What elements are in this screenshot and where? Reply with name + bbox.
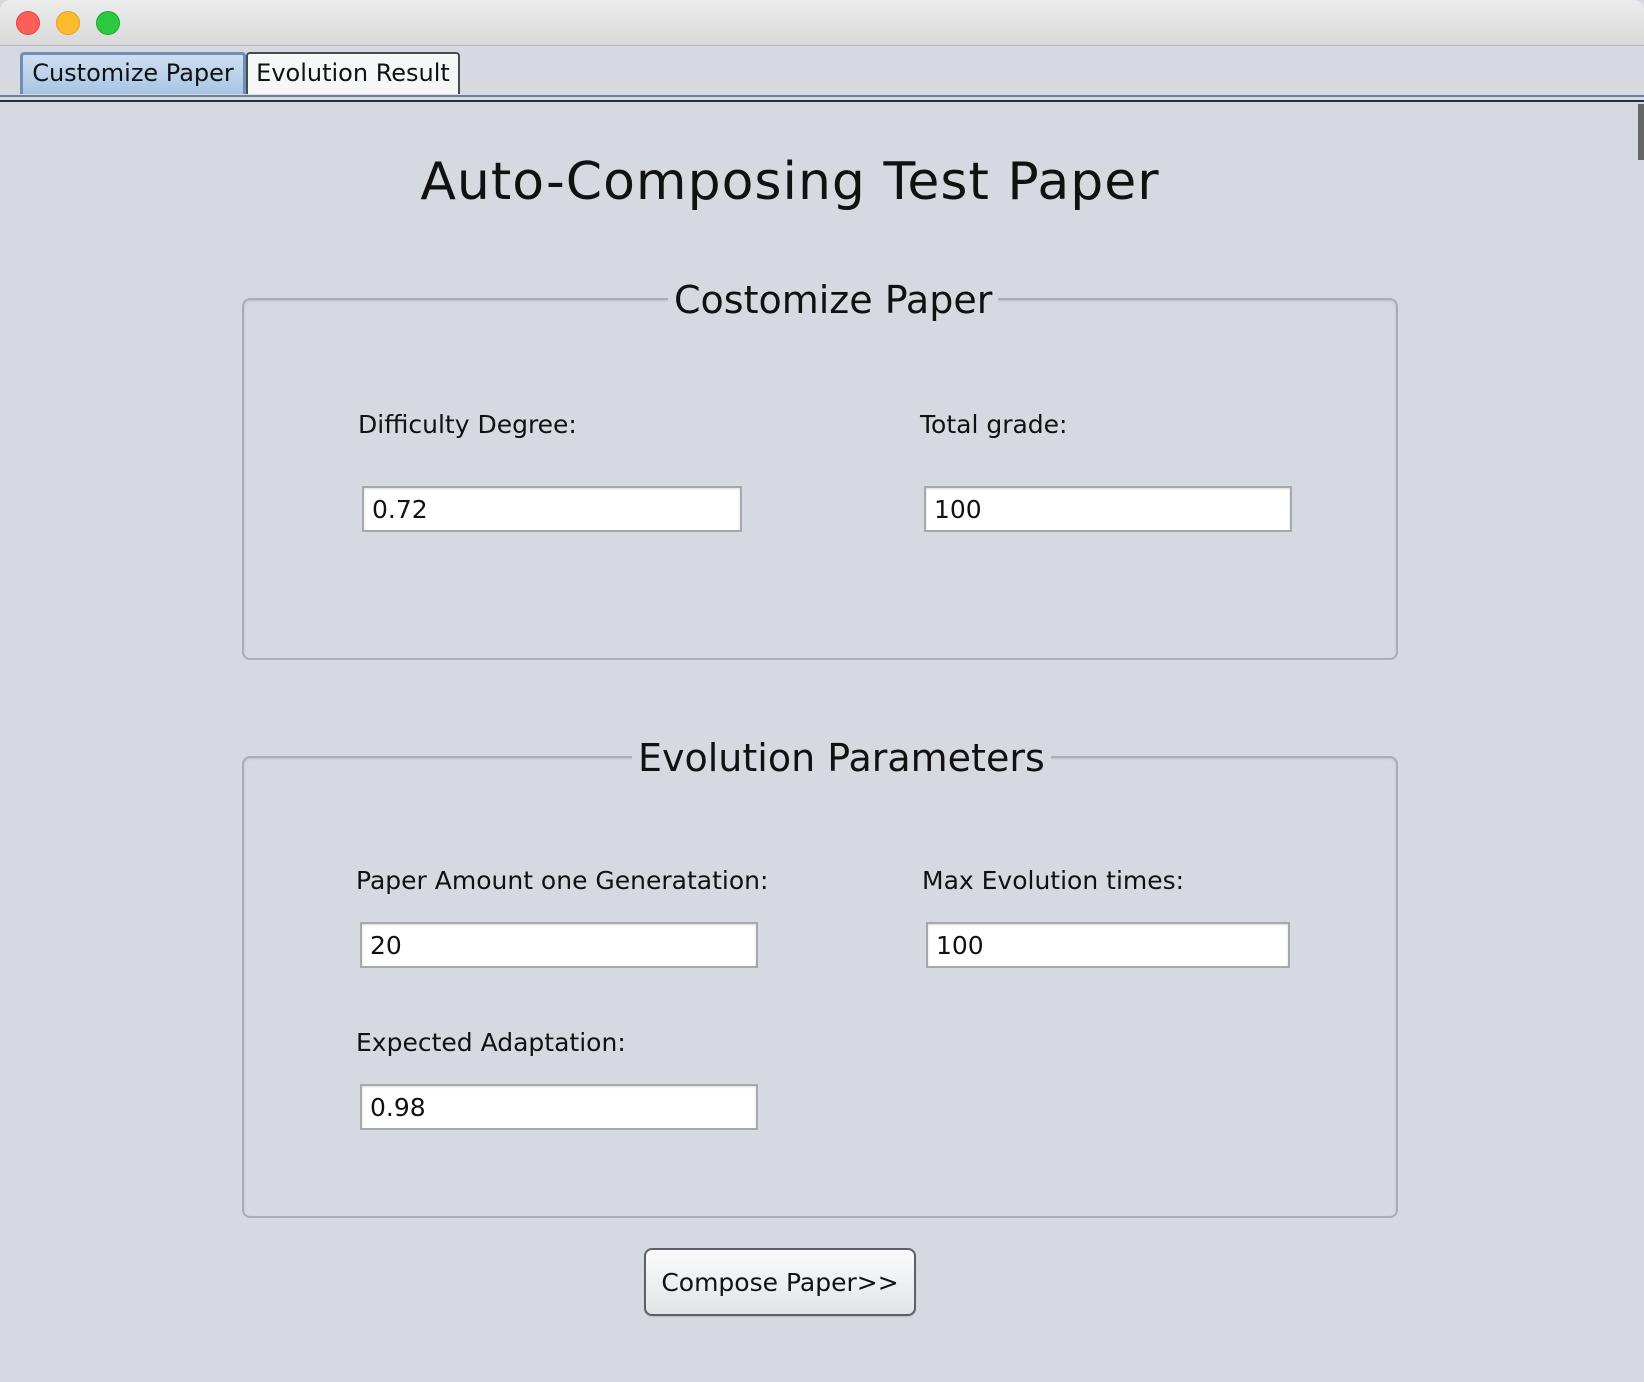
scrollbar-edge[interactable] <box>1638 104 1644 160</box>
window-titlebar <box>0 0 1644 46</box>
difficulty-input[interactable] <box>362 486 742 532</box>
customize-group-title: Costomize Paper <box>668 278 999 322</box>
paper-amount-input[interactable] <box>360 922 758 968</box>
page-title: Auto-Composing Test Paper <box>420 152 1160 212</box>
difficulty-label: Difficulty Degree: <box>358 410 577 439</box>
expected-adaptation-label: Expected Adaptation: <box>356 1028 626 1057</box>
expected-adaptation-input[interactable] <box>360 1084 758 1130</box>
total-grade-input[interactable] <box>924 486 1292 532</box>
close-window-button[interactable] <box>16 11 40 35</box>
customize-paper-group: Costomize Paper Difficulty Degree: Total… <box>242 278 1398 660</box>
paper-amount-label: Paper Amount one Generatation: <box>356 866 769 895</box>
max-evolution-input[interactable] <box>926 922 1290 968</box>
maximize-window-button[interactable] <box>96 11 120 35</box>
tab-customize-paper[interactable]: Customize Paper <box>20 52 246 94</box>
evolution-group-title: Evolution Parameters <box>632 736 1051 780</box>
tab-evolution-result[interactable]: Evolution Result <box>246 52 460 94</box>
tab-divider <box>0 95 1644 97</box>
minimize-window-button[interactable] <box>56 11 80 35</box>
evolution-parameters-group: Evolution Parameters Paper Amount one Ge… <box>242 736 1398 1218</box>
total-grade-label: Total grade: <box>920 410 1068 439</box>
max-evolution-label: Max Evolution times: <box>922 866 1185 895</box>
compose-paper-button[interactable]: Compose Paper>> <box>644 1248 916 1316</box>
tab-divider-dark <box>0 100 1644 102</box>
